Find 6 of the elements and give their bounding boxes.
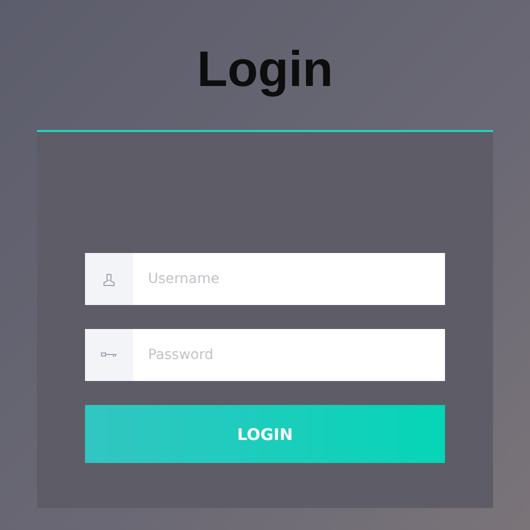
- input-field[interactable]: Password: [133, 329, 445, 381]
- page-title: Login: [196, 40, 334, 99]
- input-field[interactable]: Username: [133, 253, 445, 305]
- key-icon: [101, 352, 117, 358]
- user-icon: [103, 272, 115, 286]
- login-button[interactable]: LOGIN: [85, 405, 445, 463]
